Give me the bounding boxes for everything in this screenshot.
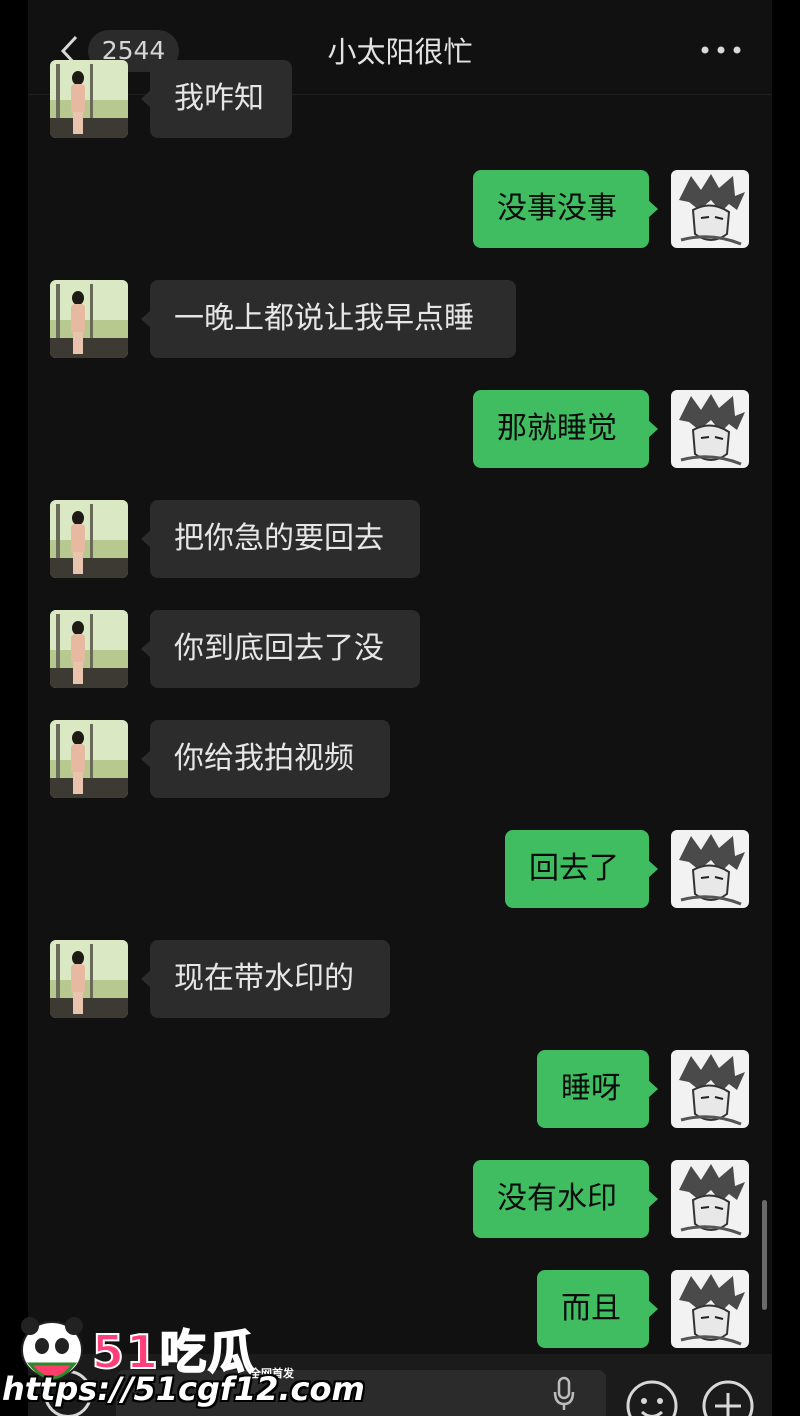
incoming-message-row: 你到底回去了没	[28, 610, 772, 688]
incoming-message-row: 一晚上都说让我早点睡	[28, 280, 772, 358]
message-bubble[interactable]: 回去了	[505, 830, 658, 908]
message-bubble[interactable]: 睡呀	[537, 1050, 658, 1128]
message-bubble[interactable]: 你给我拍视频	[141, 720, 390, 798]
my-avatar[interactable]	[671, 830, 749, 908]
message-bubble[interactable]: 而且	[537, 1270, 658, 1348]
plus-icon[interactable]	[700, 1378, 756, 1416]
incoming-message-row: 把你急的要回去	[28, 500, 772, 578]
message-bubble[interactable]: 没事没事	[473, 170, 658, 248]
mic-icon[interactable]	[552, 1376, 576, 1412]
contact-avatar[interactable]	[50, 500, 128, 578]
outgoing-message-row: 睡呀	[28, 1050, 772, 1128]
message-bubble[interactable]: 一晚上都说让我早点睡	[141, 280, 516, 358]
my-avatar[interactable]	[671, 390, 749, 468]
outgoing-message-row: 那就睡觉	[28, 390, 772, 468]
incoming-message-row: 你给我拍视频	[28, 720, 772, 798]
contact-avatar[interactable]	[50, 60, 128, 138]
contact-avatar[interactable]	[50, 720, 128, 798]
contact-avatar[interactable]	[50, 280, 128, 358]
my-avatar[interactable]	[671, 1270, 749, 1348]
contact-avatar[interactable]	[50, 940, 128, 1018]
my-avatar[interactable]	[671, 1050, 749, 1128]
message-bubble[interactable]: 你到底回去了没	[141, 610, 420, 688]
outgoing-message-row: 回去了	[28, 830, 772, 908]
watermark-url: https://51cgf12.com	[2, 1370, 365, 1408]
outgoing-message-row: 没事没事	[28, 170, 772, 248]
chat-screen: 2544 小太阳很忙 我咋知 没事没事 一晚上都说让我早点睡 那就睡觉 把你急的要回去你…	[28, 0, 772, 1416]
emoji-icon[interactable]	[624, 1378, 680, 1416]
incoming-message-row: 我咋知	[28, 60, 772, 138]
message-bubble[interactable]: 那就睡觉	[473, 390, 658, 468]
incoming-message-row: 现在带水印的	[28, 940, 772, 1018]
outgoing-message-row: 没有水印	[28, 1160, 772, 1238]
contact-avatar[interactable]	[50, 610, 128, 688]
message-bubble[interactable]: 把你急的要回去	[141, 500, 420, 578]
my-avatar[interactable]	[671, 170, 749, 248]
message-bubble[interactable]: 没有水印	[473, 1160, 658, 1238]
my-avatar[interactable]	[671, 1160, 749, 1238]
scrollbar[interactable]	[762, 1200, 767, 1310]
message-bubble[interactable]: 现在带水印的	[141, 940, 390, 1018]
message-bubble[interactable]: 我咋知	[141, 60, 292, 138]
more-dots-icon[interactable]	[699, 40, 743, 60]
